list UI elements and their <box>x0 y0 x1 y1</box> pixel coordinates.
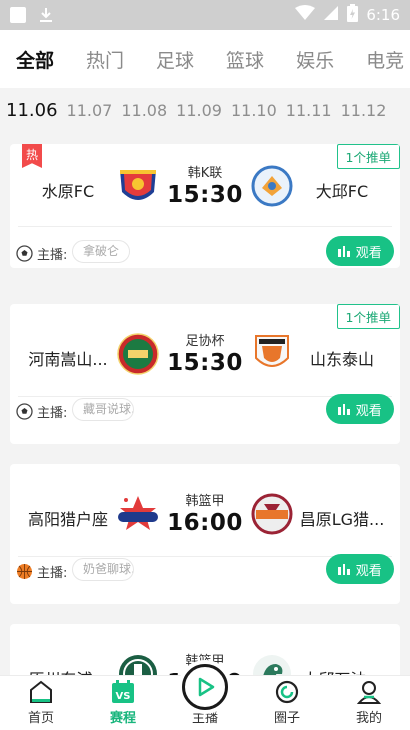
away-team-logo <box>250 332 294 376</box>
date-tab[interactable]: 11.06 <box>6 100 58 121</box>
host-row: 主播: 拿破仑 观看 <box>10 236 400 268</box>
home-team-name: 河南嵩山... <box>28 350 108 369</box>
nav-circle[interactable]: 圈子 <box>246 676 328 730</box>
host-label: 主播: <box>37 248 68 263</box>
watch-button[interactable]: 观看 <box>326 236 394 266</box>
match-time: 15:30 <box>167 182 243 208</box>
tab-all[interactable]: 全部 <box>16 46 54 73</box>
battery-icon <box>347 4 359 26</box>
bar-chart-icon <box>338 245 350 257</box>
date-tab[interactable]: 11.12 <box>341 101 387 120</box>
away-team-name: 大邱FC <box>315 182 369 201</box>
match-card[interactable]: 热 1个推单 水原FC 韩K联 15:30 大邱FC 主播: 拿破仑 观看 <box>10 144 400 268</box>
home-team-logo <box>116 164 160 208</box>
match-row: 高阳猎户座 韩篮甲 16:00 昌原LG猎... <box>10 472 400 552</box>
host-row: 主播: 奶爸聊球... 观看 <box>10 554 400 588</box>
download-icon <box>38 7 54 23</box>
schedule-vs-icon: VS <box>112 680 134 703</box>
tab-basketball[interactable]: 篮球 <box>226 46 264 73</box>
date-tab[interactable]: 11.09 <box>176 101 222 120</box>
nav-home[interactable]: 首页 <box>0 676 82 730</box>
host-row: 主播: 藏哥说球... 观看 <box>10 394 400 428</box>
category-tabs: 全部 热门 足球 篮球 娱乐 电竞 <box>0 30 410 88</box>
football-icon <box>16 245 33 262</box>
watch-button[interactable]: 观看 <box>326 554 394 584</box>
date-tab[interactable]: 11.10 <box>231 101 277 120</box>
wifi-icon <box>295 5 316 25</box>
svg-text:VS: VS <box>116 691 131 702</box>
away-team-name: 山东泰山 <box>309 350 374 369</box>
league-name: 足协杯 <box>185 334 225 349</box>
status-bar: 6:16 <box>0 0 410 30</box>
host-label: 主播: <box>37 566 68 581</box>
clock-time: 6:16 <box>366 6 400 24</box>
match-card[interactable]: 1个推单 河南嵩山... 足协杯 15:30 山东泰山 主播: 藏哥说球... … <box>10 304 400 444</box>
bar-chart-icon <box>338 563 350 575</box>
watch-label: 观看 <box>355 403 382 419</box>
football-icon <box>16 403 33 420</box>
home-icon <box>30 680 52 703</box>
profile-icon <box>356 681 382 704</box>
nav-profile[interactable]: 我的 <box>328 676 410 730</box>
home-team-logo <box>116 332 160 376</box>
tab-football[interactable]: 足球 <box>156 46 194 73</box>
date-tabs: 11.06 11.07 11.08 11.09 11.10 11.11 11.1… <box>0 88 410 132</box>
host-label: 主播: <box>37 406 68 421</box>
home-team-name: 高阳猎户座 <box>27 510 108 529</box>
host-name[interactable]: 藏哥说球... <box>72 398 134 421</box>
date-tab[interactable]: 11.11 <box>286 101 332 120</box>
date-tab[interactable]: 11.07 <box>67 101 113 120</box>
home-team-logo <box>116 492 160 536</box>
notification-icon <box>10 7 26 23</box>
away-team-logo <box>250 492 294 536</box>
nav-schedule[interactable]: VS 赛程 <box>82 676 164 730</box>
away-team-logo <box>250 164 294 208</box>
tab-hot[interactable]: 热门 <box>86 46 124 73</box>
away-team-name: 昌原LG猎... <box>299 510 385 529</box>
card-divider <box>18 226 392 227</box>
circle-icon <box>275 680 299 704</box>
league-name: 韩篮甲 <box>185 494 225 509</box>
league-name: 韩K联 <box>187 166 223 181</box>
nav-profile-label: 我的 <box>355 711 382 726</box>
date-tab[interactable]: 11.08 <box>121 101 167 120</box>
signal-icon <box>323 5 339 25</box>
host-name[interactable]: 拿破仑 <box>72 240 131 263</box>
bar-chart-icon <box>338 403 350 415</box>
nav-circle-label: 圈子 <box>273 711 300 726</box>
match-row: 河南嵩山... 足协杯 15:30 山东泰山 <box>10 312 400 392</box>
watch-label: 观看 <box>355 245 382 261</box>
watch-label: 观看 <box>355 563 382 579</box>
tab-esports[interactable]: 电竞 <box>366 46 404 73</box>
nav-home-label: 首页 <box>27 711 54 726</box>
match-row: 水原FC 韩K联 15:30 大邱FC <box>10 144 400 224</box>
match-card[interactable]: 高阳猎户座 韩篮甲 16:00 昌原LG猎... 主播: 奶爸聊球... 观看 <box>10 464 400 604</box>
tab-entertainment[interactable]: 娱乐 <box>296 46 334 73</box>
host-name[interactable]: 奶爸聊球... <box>72 558 134 581</box>
bottom-nav: 首页 VS 赛程 主播 圈子 我的 <box>0 664 410 730</box>
watch-button[interactable]: 观看 <box>326 394 394 424</box>
basketball-icon <box>16 563 33 580</box>
match-time: 16:00 <box>167 510 243 536</box>
nav-live[interactable]: 主播 <box>164 664 246 730</box>
match-time: 15:30 <box>167 350 243 376</box>
home-team-name: 水原FC <box>41 182 95 201</box>
nav-schedule-label: 赛程 <box>109 711 136 726</box>
play-icon[interactable] <box>182 664 228 710</box>
